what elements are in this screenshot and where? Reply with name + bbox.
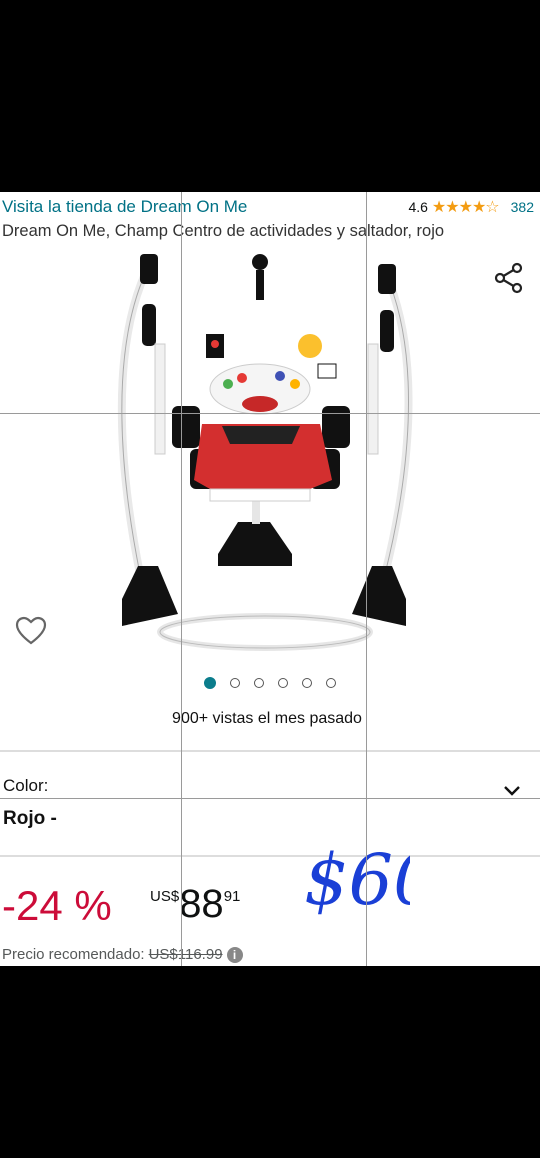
price-fraction: 91	[223, 888, 241, 905]
share-icon[interactable]	[494, 262, 524, 294]
handwritten-text: $60	[304, 839, 410, 921]
image-pagination	[0, 677, 540, 689]
pagination-dot[interactable]	[302, 678, 312, 688]
pagination-dot[interactable]	[326, 678, 336, 688]
list-price-value: US$116.99	[148, 946, 223, 963]
views-text: 900+ vistas el mes pasado	[172, 710, 362, 727]
list-price-row: Precio recomendado: US$116.99 i	[2, 946, 243, 963]
grid-line	[366, 192, 367, 966]
product-screen: Visita la tienda de Dream On Me 4.6 ★★★★…	[0, 192, 540, 966]
color-label: Color:	[3, 776, 49, 795]
pagination-dot[interactable]	[254, 678, 264, 688]
pagination-dot[interactable]	[204, 677, 216, 689]
grid-line	[0, 413, 540, 414]
price-whole: 88	[179, 882, 224, 926]
store-row: Visita la tienda de Dream On Me 4.6 ★★★★…	[2, 196, 534, 218]
heart-icon[interactable]	[15, 616, 47, 646]
product-title: Dream On Me, Champ Centro de actividades…	[2, 222, 445, 240]
star-rating-icon: ★★★★☆	[431, 199, 500, 216]
divider	[0, 855, 540, 857]
price-currency: US$	[150, 888, 180, 905]
review-count[interactable]: 382	[511, 199, 534, 215]
grid-line	[0, 798, 540, 799]
grid-line	[181, 192, 182, 966]
pagination-dot[interactable]	[230, 678, 240, 688]
rating-value: 4.6	[408, 199, 428, 215]
info-icon[interactable]: i	[226, 946, 243, 963]
chevron-down-icon[interactable]	[502, 784, 522, 798]
price: US$ 88 91	[150, 882, 240, 926]
discount-percent: -24 %	[2, 882, 112, 929]
product-image[interactable]	[110, 254, 430, 654]
divider	[0, 750, 540, 752]
rating[interactable]: 4.6 ★★★★☆ 382	[408, 197, 534, 217]
handwritten-annotation: $60	[304, 839, 410, 921]
store-link[interactable]: Visita la tienda de Dream On Me	[2, 197, 247, 217]
pagination-dot[interactable]	[278, 678, 288, 688]
list-price-label: Precio recomendado:	[2, 946, 145, 963]
color-value[interactable]: Rojo -	[3, 808, 57, 830]
